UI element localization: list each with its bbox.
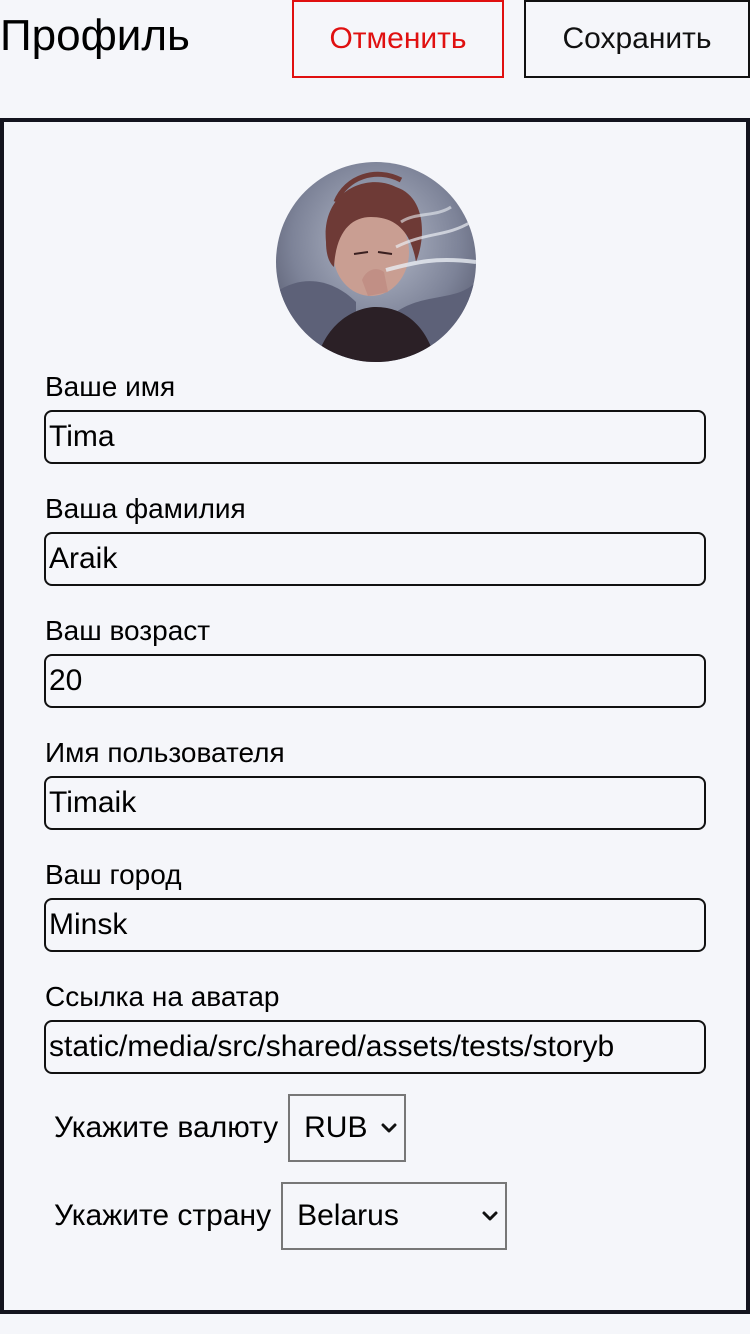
chevron-down-icon	[381, 1123, 397, 1133]
age-label: Ваш возраст	[45, 615, 211, 646]
profile-page: Профиль Отменить Сохранить Ваше имя Tima…	[0, 0, 750, 1334]
first-name-field[interactable]	[44, 410, 706, 464]
chevron-down-icon	[482, 1211, 498, 1221]
country-value: Belarus	[297, 1199, 399, 1232]
city-label: Ваш город	[45, 859, 182, 890]
currency-label: Укажите валюту	[54, 1111, 279, 1144]
country-select[interactable]: Belarus	[281, 1182, 508, 1250]
first-name-label: Ваше имя	[45, 371, 176, 402]
city-field[interactable]	[44, 898, 706, 952]
country-row: Укажите страну Belarus	[54, 1182, 508, 1250]
avatar-image	[276, 162, 476, 362]
username-label: Имя пользователя	[45, 737, 285, 768]
avatar	[276, 162, 476, 362]
cancel-button[interactable]: Отменить	[292, 0, 504, 78]
last-name-field[interactable]	[44, 532, 706, 586]
last-name-label: Ваша фамилия	[45, 493, 246, 524]
currency-value: RUB	[304, 1111, 368, 1144]
profile-header: Профиль Отменить Сохранить	[0, 0, 750, 80]
currency-row: Укажите валюту RUB	[54, 1094, 407, 1162]
save-button[interactable]: Сохранить	[524, 0, 750, 78]
username-field[interactable]	[44, 776, 706, 830]
page-title: Профиль	[0, 11, 190, 60]
avatar-link-label: Ссылка на аватар	[45, 981, 280, 1012]
age-field[interactable]	[44, 654, 706, 708]
country-label: Укажите страну	[54, 1199, 272, 1232]
profile-card: Ваше имя Ваша фамилия Ваш возраст Имя по…	[0, 118, 750, 1314]
currency-select[interactable]: RUB	[288, 1094, 407, 1162]
avatar-link-field[interactable]	[44, 1020, 706, 1074]
